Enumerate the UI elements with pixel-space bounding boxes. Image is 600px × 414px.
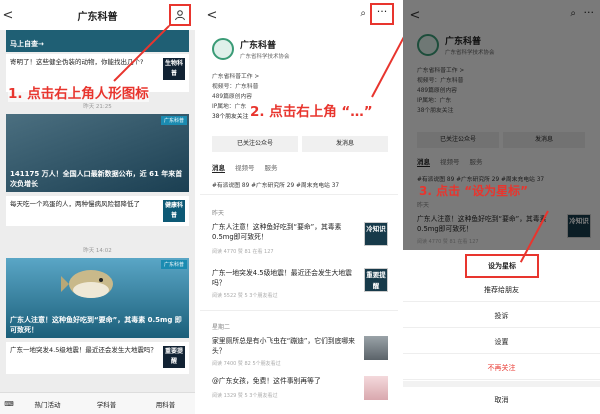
article-thumbnail: 重要提醒	[163, 346, 185, 368]
article-title[interactable]: 家里厕所总是有小飞虫在“蹦迪”，它们到底哪来头？	[212, 336, 360, 356]
keyboard-icon[interactable]: ⌨	[0, 400, 18, 408]
pufferfish-image	[61, 270, 113, 298]
timestamp: 昨天 14:02	[83, 248, 112, 254]
divider	[200, 310, 398, 311]
account-list-screen: < 广东科普 马上自查→ 寄明了！这些健全伪装的动物，你能找出几个? 生物科普 …	[0, 0, 197, 414]
date-header: 昨天	[212, 210, 225, 217]
menu-item-learn[interactable]: 学科普	[77, 399, 136, 409]
account-name: 广东科普	[240, 41, 277, 51]
search-icon[interactable]: ⌕	[360, 8, 366, 19]
article-thumbnail	[364, 336, 388, 360]
report-item[interactable]: 投诉	[403, 304, 600, 328]
top-bar: < ⌕ ···	[200, 0, 398, 30]
tab-bar: 消息 视频号 服务	[212, 162, 278, 173]
top-bar: < 广东科普	[0, 0, 195, 30]
list-item[interactable]: 每天吃一个鸡蛋的人，两种慢病风险都降低了 健康科普	[6, 196, 189, 226]
menu-item-use[interactable]: 用科普	[136, 399, 195, 409]
article-thumbnail	[364, 376, 388, 400]
timestamp: 昨天 21:25	[83, 104, 112, 110]
article-card[interactable]: 广东科普 141175 万人！全国人口最新数据公布，近 61 年来首次负增长	[6, 114, 189, 192]
set-star-button[interactable]: 设为星标	[465, 254, 539, 278]
tab-messages[interactable]: 消息	[212, 162, 225, 173]
bottom-menu: ⌨ 热门活动 学科普 用科普	[0, 392, 195, 414]
settings-item[interactable]: 设置	[403, 330, 600, 354]
account-profile-screen: < ⌕ ··· 广东科普 广东省科学技术协会 广东省科普工作 > 视频号：广东科…	[200, 0, 400, 414]
divider	[200, 194, 398, 195]
date-header: 星期二	[212, 324, 231, 331]
article-meta: 阅读 1329 赞 5 3个朋友看过	[212, 393, 278, 399]
article-thumbnail: 冷知识	[364, 222, 388, 246]
action-sheet: 设为星标 推荐给朋友 投诉 设置 不再关注 取消	[403, 250, 600, 414]
article-card-title: 马上自查→	[10, 40, 44, 48]
cancel-item[interactable]: 取消	[403, 388, 600, 412]
more-options-sheet-screen: < ⌕ ··· 广东科普 广东省科学技术协会 广东省科普工作 > 视频号：广东科…	[403, 0, 600, 414]
list-item-title: 寄明了！这些健全伪装的动物，你能找出几个?	[10, 58, 144, 66]
list-item[interactable]: 广东一地突发4.5级地震！最近还会发生大地震吗？ 重要提醒	[6, 342, 189, 374]
list-item-title: 广东一地突发4.5级地震！最近还会发生大地震吗？	[10, 346, 157, 354]
article-card[interactable]: 广东科普 广东人注意！这种鱼好吃到“要命”，其毒素 0.5mg 即可致死！	[6, 258, 189, 338]
annotation-step-2: 2. 点击右上角 “…”	[250, 100, 373, 120]
article-card-title: 141175 万人！全国人口最新数据公布，近 61 年来首次负增长	[10, 170, 183, 188]
menu-item-hot[interactable]: 热门活动	[18, 399, 77, 409]
action-buttons: 已关注公众号 发消息	[212, 136, 388, 152]
info-line[interactable]: 广东省科普工作 >	[212, 72, 259, 82]
article-thumbnail: 健康科普	[163, 200, 185, 222]
divider	[403, 381, 600, 387]
unfollow-item[interactable]: 不再关注	[403, 356, 600, 380]
tab-channels[interactable]: 视频号	[235, 162, 255, 173]
send-message-button[interactable]: 发消息	[302, 136, 388, 152]
article-thumbnail: 重要提醒	[364, 268, 388, 292]
recommend-to-friend-item[interactable]: 推荐给朋友	[403, 278, 600, 302]
account-badge: 广东科普	[160, 260, 187, 269]
more-options-icon[interactable]: ···	[370, 3, 394, 25]
account-logo	[212, 38, 234, 60]
article-title[interactable]: 广东人注意！这种鱼好吃到“要命”，其毒素0.5mg即可致死！	[212, 222, 360, 242]
back-icon[interactable]: <	[204, 8, 220, 23]
article-meta: 阅读 4770 赞 81 在看 127	[212, 249, 274, 255]
article-card-title: 广东人注意！这种鱼好吃到“要命”，其毒素 0.5mg 即可致死！	[10, 316, 182, 334]
followed-button[interactable]: 已关注公众号	[212, 136, 298, 152]
page-title: 广东科普	[77, 11, 118, 23]
article-title[interactable]: @广东女孩，免费！这件事别再等了	[212, 376, 360, 386]
person-icon[interactable]	[169, 4, 191, 26]
annotation-step-1: 1. 点击右上角人形图标	[8, 82, 149, 102]
annotation-step-3: 3. 点击 “设为星标”	[419, 184, 529, 198]
list-item-title: 每天吃一个鸡蛋的人，两种慢病风险都降低了	[10, 200, 140, 208]
hashtag-row[interactable]: #有派说图 89 #广东研究所 29 #周末充电站 37	[212, 180, 339, 189]
account-subtitle: 广东省科学技术协会	[240, 54, 290, 60]
tab-services[interactable]: 服务	[265, 162, 278, 173]
modal-overlay[interactable]	[403, 0, 600, 250]
info-line: 视频号：广东科普	[212, 84, 259, 90]
article-title[interactable]: 广东一地突发4.5级地震！最近还会发生大地震吗？	[212, 268, 360, 288]
article-meta: 阅读 7400 赞 82 5个朋友看过	[212, 361, 281, 367]
account-badge: 广东科普	[160, 116, 187, 125]
article-meta: 阅读 5522 赞 5 3个朋友看过	[212, 293, 278, 299]
article-thumbnail: 生物科普	[163, 58, 185, 80]
